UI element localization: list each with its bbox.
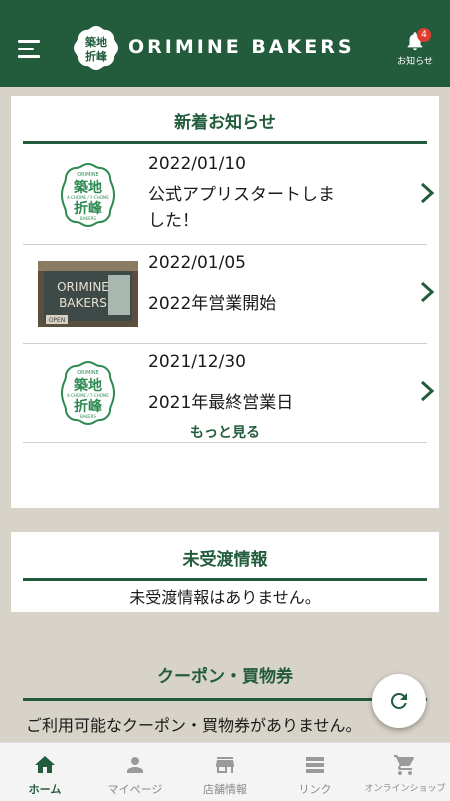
nav-home-label: ホーム	[28, 783, 62, 796]
news-item[interactable]: ORIMINE BAKERS OPEN 2022/01/05 2022年営業開始	[23, 245, 435, 344]
logo-sub-text: 4-CHOME / 7-CHOME	[67, 393, 109, 398]
chevron-right-icon	[420, 380, 435, 402]
nav-home[interactable]: ホーム	[0, 743, 90, 801]
nav-mypage-label: マイページ	[107, 783, 163, 796]
logo-kanji-bottom: 折峰	[74, 200, 103, 217]
logo-bottom-text: BAKERS	[80, 216, 96, 221]
logo-bottom-text: BAKERS	[80, 414, 96, 419]
news-date: 2021/12/30	[148, 352, 246, 372]
undelivered-title-rule	[23, 578, 427, 581]
cart-icon	[394, 755, 414, 775]
nav-store-label: 店舗情報	[203, 783, 247, 796]
coupons-empty-message: ご利用可能なクーポン・買物券がありません。	[26, 716, 362, 735]
person-icon	[127, 757, 143, 773]
brand-name: ORIMINE BAKERS	[128, 36, 355, 58]
nav-store[interactable]: 店舗情報	[180, 743, 270, 801]
bottom-navigation: ホーム マイページ 店舗情報 リンク オンラインショップ	[0, 742, 450, 801]
svg-text:折峰: 折峰	[85, 49, 108, 63]
store-sign-line1: ORIMINE	[57, 280, 109, 294]
nav-links-label: リンク	[298, 783, 332, 796]
nav-online-shop[interactable]: オンラインショップ	[360, 743, 450, 801]
logo-seal-icon: ORIMINE 築地 4-CHOME / 7-CHOME 折峰 BAKERS	[60, 162, 116, 228]
app-header: 築地 折峰 ORIMINE BAKERS 4 お知らせ	[0, 0, 450, 87]
refresh-icon	[390, 693, 407, 709]
logo-kanji-top: 築地	[73, 377, 102, 394]
list-icon	[306, 757, 324, 773]
storefront-photo: ORIMINE BAKERS OPEN	[38, 261, 138, 327]
hamburger-menu-icon[interactable]	[18, 40, 40, 58]
undelivered-section-title: 未受渡情報	[182, 550, 268, 570]
logo-kanji-top: 築地	[73, 179, 102, 196]
notifications-button[interactable]: 4 お知らせ	[392, 28, 438, 70]
news-title: 2021年最終営業日	[148, 393, 294, 413]
nav-mypage[interactable]: マイページ	[90, 743, 180, 801]
news-title-rule	[23, 141, 427, 144]
notification-count-badge: 4	[417, 28, 431, 42]
open-sign: OPEN	[49, 317, 66, 324]
logo-seal-icon: ORIMINE 築地 4-CHOME / 7-CHOME 折峰 BAKERS	[60, 360, 116, 426]
store-icon	[216, 757, 234, 773]
news-item[interactable]: ORIMINE 築地 4-CHOME / 7-CHOME 折峰 BAKERS 2…	[23, 146, 435, 245]
news-title: 公式アプリスタートしました！	[148, 185, 335, 231]
news-section-title: 新着お知らせ	[174, 113, 276, 133]
chevron-right-icon	[420, 281, 435, 303]
logo-top-text: ORIMINE	[77, 172, 99, 178]
nav-links[interactable]: リンク	[270, 743, 360, 801]
coupons-title-rule	[23, 698, 427, 701]
logo-top-text: ORIMINE	[77, 370, 99, 376]
chevron-right-icon	[420, 182, 435, 204]
svg-text:築地: 築地	[84, 35, 107, 49]
news-date: 2022/01/05	[148, 253, 246, 273]
see-more-link[interactable]: もっと見る	[11, 422, 439, 442]
notifications-label: お知らせ	[397, 57, 433, 67]
undelivered-empty-message: 未受渡情報はありません。	[129, 588, 321, 607]
undelivered-card: 未受渡情報 未受渡情報はありません。	[11, 532, 439, 612]
news-card: 新着お知らせ ORIMINE 築地 4-CHOME / 7-CHOME 折峰 B…	[11, 96, 439, 508]
logo-seal-icon: 築地 折峰	[74, 26, 118, 70]
logo-kanji-bottom: 折峰	[74, 398, 103, 415]
store-sign-line2: BAKERS	[59, 296, 107, 310]
news-title: 2022年営業開始	[148, 294, 277, 314]
news-date: 2022/01/10	[148, 154, 246, 174]
refresh-button[interactable]	[372, 674, 426, 728]
logo-sub-text: 4-CHOME / 7-CHOME	[67, 195, 109, 200]
home-icon	[35, 756, 55, 773]
nav-online-shop-label: オンラインショップ	[364, 784, 446, 794]
